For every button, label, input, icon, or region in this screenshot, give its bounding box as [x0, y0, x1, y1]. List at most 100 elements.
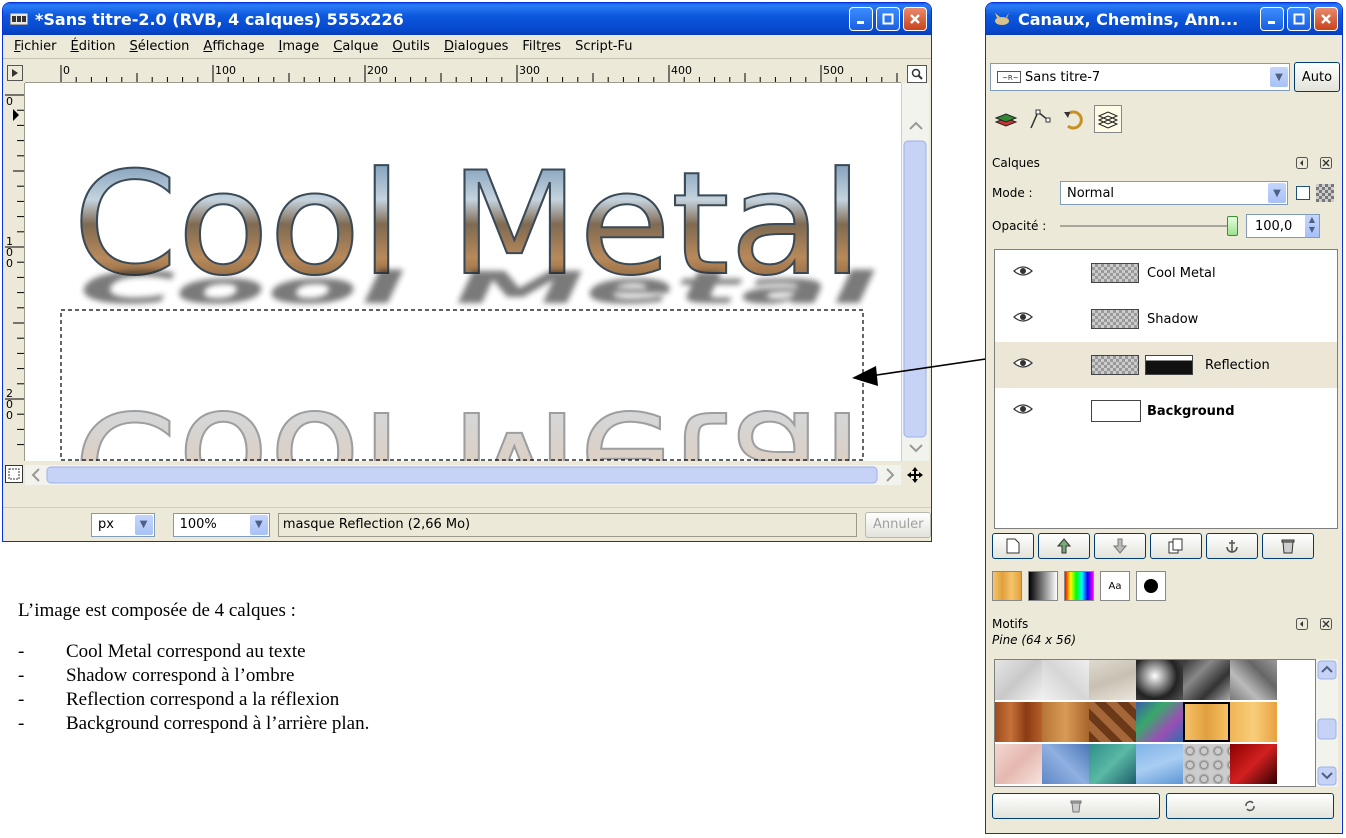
undo-history-tab-icon[interactable] [1060, 105, 1088, 133]
close-button[interactable] [903, 7, 927, 31]
layer-row[interactable]: Cool Metal [995, 250, 1337, 296]
pattern-swatch[interactable] [995, 660, 1042, 700]
menu-item-text: utils [402, 39, 430, 54]
zoom-select[interactable]: 100% ▼ [172, 512, 270, 537]
pattern-swatch[interactable] [1089, 702, 1136, 742]
eye-icon[interactable] [1013, 357, 1033, 373]
close-tab-icon[interactable] [1320, 618, 1332, 630]
layer-mask-thumbnail[interactable] [1145, 355, 1193, 375]
pattern-swatch[interactable] [1042, 702, 1089, 742]
menu-item[interactable]: Outils [385, 39, 437, 54]
lower-layer-button[interactable] [1094, 533, 1146, 559]
eye-icon[interactable] [1013, 311, 1033, 327]
cancel-button[interactable]: Annuler [865, 511, 931, 538]
new-layer-button[interactable] [992, 533, 1034, 559]
spin-arrows-icon[interactable]: ▲ ▼ [1305, 215, 1319, 237]
opacity-slider-handle[interactable] [1227, 216, 1238, 236]
image-window-titlebar[interactable]: *Sans titre-2.0 (RVB, 4 calques) 555x226 [3, 3, 931, 35]
pattern-swatch[interactable] [1183, 660, 1230, 700]
opacity-slider[interactable] [1060, 216, 1238, 236]
layer-list[interactable]: Cool Metal Shadow Reflection Background [994, 249, 1338, 529]
menu-item[interactable]: Image [272, 39, 327, 54]
unit-select[interactable]: px ▼ [91, 512, 155, 537]
pattern-swatch[interactable] [1230, 660, 1277, 700]
menu-item[interactable]: Dialogues [437, 39, 515, 54]
palettes-tab-icon[interactable] [1064, 571, 1094, 601]
vertical-ruler[interactable]: 0 1 0 0 2 0 0 [3, 83, 25, 461]
tab-menu-icon[interactable] [1296, 618, 1308, 630]
tab-menu-icon[interactable] [1296, 157, 1308, 169]
duplicate-layer-button[interactable] [1150, 533, 1202, 559]
vertical-scrollbar[interactable] [901, 83, 929, 461]
opacity-spinbox[interactable]: 100,0 ▲ ▼ [1246, 214, 1320, 238]
patterns-tab-icon[interactable] [992, 571, 1022, 601]
menu-item-text: élection [137, 39, 190, 54]
menu-item-text: alque [342, 39, 379, 54]
ruler-label: 100 [6, 235, 13, 270]
close-tab-icon[interactable] [1320, 157, 1332, 169]
quick-mask-corner-button[interactable] [7, 65, 23, 81]
navigate-corner-button[interactable] [5, 465, 23, 483]
menu-item[interactable]: Script-Fu [568, 39, 639, 54]
horizontal-ruler[interactable]: 0 100 200 300 400 500 [25, 63, 901, 83]
pattern-swatch[interactable] [1089, 744, 1136, 784]
pattern-scrollbar[interactable] [1316, 659, 1338, 787]
layer-row[interactable]: Reflection [995, 342, 1337, 388]
eye-icon[interactable] [1013, 265, 1033, 281]
menu-item[interactable]: Fichier [7, 39, 64, 54]
gradients-tab-icon[interactable] [1028, 571, 1058, 601]
layer-row[interactable]: Background [995, 388, 1337, 434]
pattern-swatch[interactable] [1042, 660, 1089, 700]
pattern-swatch[interactable] [1183, 744, 1230, 784]
ruler-label: 300 [519, 64, 540, 77]
minimize-button[interactable] [1260, 7, 1284, 31]
zoom-fit-button[interactable] [907, 65, 927, 83]
anchor-layer-button[interactable] [1206, 533, 1258, 559]
maximize-button[interactable] [876, 7, 900, 31]
description-item: - Shadow correspond à l’ombre [18, 664, 369, 688]
pattern-swatch[interactable] [1230, 702, 1277, 742]
pattern-swatch[interactable] [1136, 744, 1183, 784]
auto-button[interactable]: Auto [1294, 62, 1340, 92]
minimize-button[interactable] [849, 7, 873, 31]
close-button[interactable] [1314, 7, 1338, 31]
refresh-icon [1245, 800, 1255, 812]
pattern-swatch[interactable] [995, 702, 1042, 742]
menu-item[interactable]: Édition [64, 39, 123, 54]
pattern-swatch[interactable] [1136, 702, 1183, 742]
menu-item[interactable]: Filtres [515, 39, 568, 54]
move-navigation-button[interactable] [903, 465, 927, 485]
image-select[interactable]: ~R~ Sans titre-7 ▼ [990, 63, 1290, 91]
chevron-down-icon: ▼ [134, 514, 153, 535]
pattern-swatch[interactable] [1230, 744, 1277, 784]
channels-tab-icon[interactable] [1094, 105, 1122, 133]
pattern-swatch[interactable] [1089, 660, 1136, 700]
refresh-patterns-button[interactable] [1166, 793, 1334, 819]
fonts-tab-icon[interactable]: Aa [1100, 571, 1130, 601]
image-canvas[interactable]: Cool Metal Cool Metal Cool Metal [25, 83, 901, 461]
menu-item[interactable]: Calque [326, 39, 385, 54]
menu-item-mnemonic: O [392, 39, 403, 54]
menu-item[interactable]: Affichage [196, 39, 271, 54]
delete-pattern-button[interactable] [992, 793, 1160, 819]
paths-tab-icon[interactable] [1026, 105, 1054, 133]
layer-row[interactable]: Shadow [995, 296, 1337, 342]
status-message: masque Reflection (2,66 Mo) [277, 512, 858, 537]
raise-layer-button[interactable] [1038, 533, 1090, 559]
cancel-label: Annuler [872, 517, 924, 532]
maximize-button[interactable] [1287, 7, 1311, 31]
brushes-tab-icon[interactable] [1136, 571, 1166, 601]
eye-icon[interactable] [1013, 403, 1033, 419]
pattern-grid[interactable] [994, 659, 1316, 787]
layers-tab-icon[interactable] [992, 105, 1020, 133]
keep-transparency-checkbox[interactable] [1296, 186, 1310, 200]
layers-dialog-titlebar[interactable]: Canaux, Chemins, Ann... [986, 3, 1342, 35]
pattern-swatch[interactable] [1042, 744, 1089, 784]
delete-layer-button[interactable] [1262, 533, 1314, 559]
horizontal-scrollbar[interactable] [25, 465, 901, 485]
pattern-swatch[interactable] [995, 744, 1042, 784]
menu-item[interactable]: Sélection [122, 39, 196, 54]
pattern-swatch[interactable] [1183, 702, 1230, 742]
pattern-swatch[interactable] [1136, 660, 1183, 700]
mode-select[interactable]: Normal ▼ [1060, 181, 1288, 205]
